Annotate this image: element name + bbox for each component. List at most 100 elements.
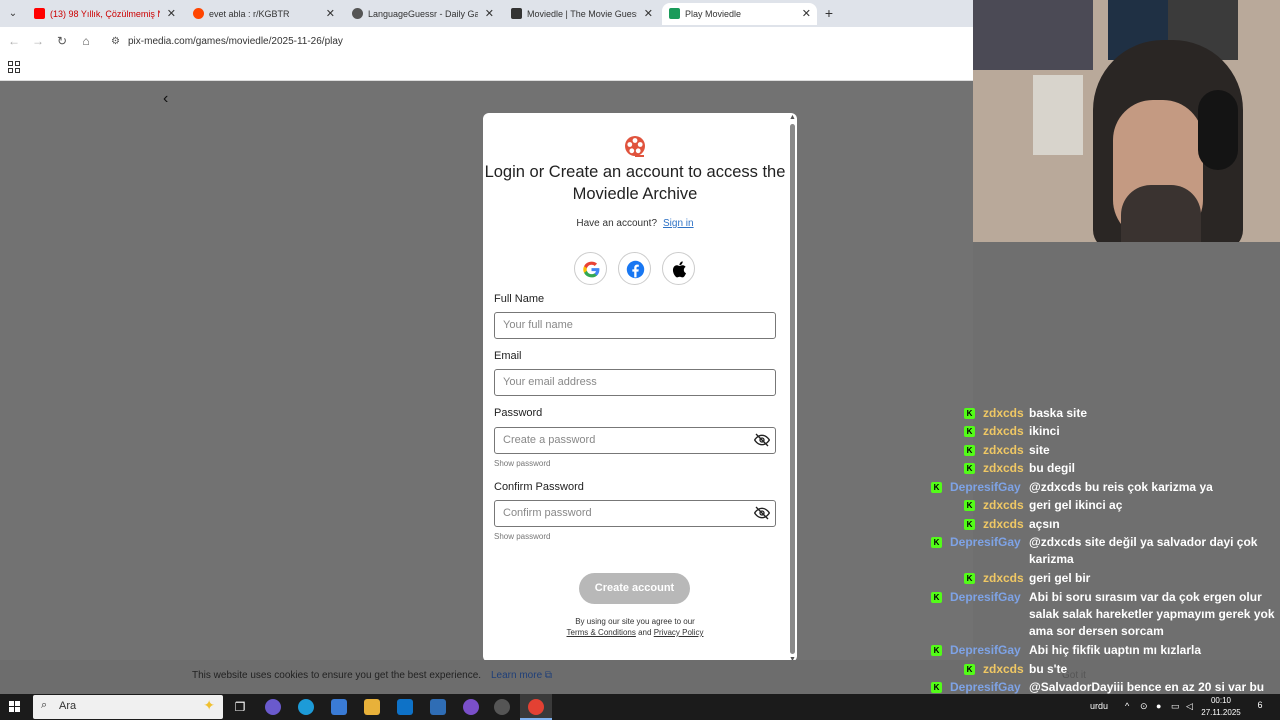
password-input[interactable]: Create a password xyxy=(494,427,776,454)
google-icon xyxy=(583,261,600,278)
chat-text: @zdxcds site değil ya salvador dayi çok … xyxy=(1029,535,1258,566)
chat-username: DepresifGay xyxy=(950,480,1021,494)
address-bar[interactable]: ⚙ pix-media.com/games/moviedle/2025-11-2… xyxy=(108,31,968,53)
sign-in-link[interactable]: Sign in xyxy=(663,218,694,229)
show-confirm-password-toggle[interactable]: Show password xyxy=(494,532,550,541)
tray-app-icon[interactable]: ⊙ xyxy=(1140,701,1148,712)
taskbar-search[interactable]: ⌕ Ara ✦ xyxy=(33,695,223,719)
modal-title: Login or Create an account to access the… xyxy=(484,163,786,203)
chat-text: @zdxcds bu reis çok karizma ya xyxy=(1029,480,1213,494)
chrome-icon[interactable] xyxy=(528,699,544,715)
email-input[interactable]: Your email address xyxy=(494,369,776,396)
apps-grid-icon[interactable] xyxy=(8,61,20,73)
kick-badge-icon: K xyxy=(964,664,975,675)
confirm-password-input[interactable]: Confirm password xyxy=(494,500,776,527)
tab-languageguessr[interactable]: LanguageGuessr - Daily Game ✕ xyxy=(345,3,500,25)
chat-text: Abi bi soru sırasım var da çok ergen olu… xyxy=(1029,590,1275,638)
youtube-icon xyxy=(34,8,45,19)
password-placeholder: Create a password xyxy=(503,434,596,446)
close-tab-icon[interactable]: ✕ xyxy=(167,3,176,25)
facebook-signin-button[interactable] xyxy=(618,252,651,285)
site-info-icon[interactable]: ⚙ xyxy=(111,31,120,53)
learn-more-link[interactable]: Learn more ⧉ xyxy=(491,670,552,681)
tab-title: Play Moviedle xyxy=(685,9,742,19)
create-account-button[interactable]: Create account xyxy=(579,573,690,604)
facebook-icon xyxy=(626,260,645,279)
kick-badge-icon: K xyxy=(964,408,975,419)
tab-play-moviedle[interactable]: Play Moviedle ✕ xyxy=(662,3,817,25)
clock-date: 27.11.2025 xyxy=(1201,708,1241,717)
tab-search-icon[interactable]: ⌄ xyxy=(4,5,22,23)
terms-link[interactable]: Terms & Conditions xyxy=(567,628,636,637)
copilot-icon[interactable] xyxy=(265,699,281,715)
tab-youtube[interactable]: (13) 98 Yıllık, Çözülmemiş New ✕ xyxy=(27,3,182,25)
chat-username: DepresifGay xyxy=(950,643,1021,657)
tray-text: urdu xyxy=(1090,701,1109,711)
kick-badge-icon: K xyxy=(964,519,975,530)
chat-username: zdxcds xyxy=(983,443,1024,457)
privacy-policy-link[interactable]: Privacy Policy xyxy=(654,628,704,637)
chat-username: zdxcds xyxy=(983,424,1024,438)
kick-badge-icon: K xyxy=(964,500,975,511)
task-view-icon[interactable]: ❐ xyxy=(232,699,248,715)
full-name-input[interactable]: Your full name xyxy=(494,312,776,339)
google-signin-button[interactable] xyxy=(574,252,607,285)
close-tab-icon[interactable]: ✕ xyxy=(485,3,494,25)
have-account-row: Have an account? Sign in xyxy=(483,218,787,229)
stream-chat: K zdxcds baska site K zdxcds ikinci K zd… xyxy=(922,405,1280,711)
tab-moviedle[interactable]: Moviedle | The Movie Guessing ✕ xyxy=(504,3,659,25)
discord-icon[interactable] xyxy=(463,699,479,715)
chat-text: geri gel ikinci aç xyxy=(1029,498,1123,512)
show-password-toggle[interactable]: Show password xyxy=(494,459,550,468)
chat-text: site xyxy=(1029,443,1050,457)
chat-text: Abi hiç fikfik uaptın mı kızlarla xyxy=(1029,643,1202,657)
microphone-icon[interactable]: ● xyxy=(1156,701,1161,711)
windows-taskbar: ⌕ Ara ✦ ❐ urdu ^ ⊙ ● ▭ ◁ 00:10 27.11.202… xyxy=(0,694,1280,720)
modal-scrollbar[interactable]: ▲ ▼ xyxy=(789,114,796,662)
chat-username: zdxcds xyxy=(983,571,1024,585)
forward-arrow-icon[interactable]: → xyxy=(30,33,46,49)
close-tab-icon[interactable]: ✕ xyxy=(802,3,811,25)
confirm-password-placeholder: Confirm password xyxy=(503,507,592,519)
new-tab-button[interactable]: + xyxy=(820,3,838,23)
url-text: pix-media.com/games/moviedle/2025-11-26/… xyxy=(128,36,343,47)
chat-text: baska site xyxy=(1029,406,1088,420)
tab-reddit[interactable]: evet abla : r/KGBTR ✕ xyxy=(186,3,341,25)
back-arrow-icon[interactable]: ← xyxy=(6,33,22,49)
folder-icon[interactable] xyxy=(364,699,380,715)
taskbar-clock[interactable]: 00:10 27.11.2025 xyxy=(1199,695,1243,719)
home-icon[interactable]: ⌂ xyxy=(78,33,94,49)
chat-username: zdxcds xyxy=(983,498,1024,512)
reload-icon[interactable]: ↻ xyxy=(54,33,70,49)
kick-badge-icon: K xyxy=(931,682,942,693)
chevron-up-icon[interactable]: ^ xyxy=(1125,701,1129,711)
terms-and: and xyxy=(638,628,652,637)
chat-username: zdxcds xyxy=(983,406,1024,420)
store-icon[interactable] xyxy=(331,699,347,715)
apple-icon xyxy=(672,261,686,278)
network-icon[interactable]: ▭ xyxy=(1171,701,1180,712)
windows-start-icon[interactable] xyxy=(9,701,21,713)
tab-title: evet abla : r/KGBTR xyxy=(209,9,290,19)
outlook-icon[interactable] xyxy=(397,699,413,715)
eye-off-icon[interactable] xyxy=(754,506,770,520)
volume-icon[interactable]: ◁ xyxy=(1186,701,1193,712)
notification-badge[interactable]: 6 xyxy=(1253,700,1267,714)
kick-badge-icon: K xyxy=(931,537,942,548)
confirm-password-label: Confirm Password xyxy=(494,481,584,493)
obs-icon[interactable] xyxy=(494,699,510,715)
close-tab-icon[interactable]: ✕ xyxy=(326,3,335,25)
chat-username: zdxcds xyxy=(983,517,1024,531)
chat-username: DepresifGay xyxy=(950,590,1021,604)
kick-badge-icon: K xyxy=(931,645,942,656)
chat-text: bu s'te xyxy=(1029,662,1068,676)
chat-username: DepresifGay xyxy=(950,535,1021,549)
edge-icon[interactable] xyxy=(298,699,314,715)
app-icon[interactable] xyxy=(430,699,446,715)
apple-signin-button[interactable] xyxy=(662,252,695,285)
close-tab-icon[interactable]: ✕ xyxy=(644,3,653,25)
eye-off-icon[interactable] xyxy=(754,433,770,447)
email-placeholder: Your email address xyxy=(503,376,597,388)
chat-username: zdxcds xyxy=(983,461,1024,475)
chevron-left-icon[interactable]: ‹ xyxy=(163,90,168,108)
